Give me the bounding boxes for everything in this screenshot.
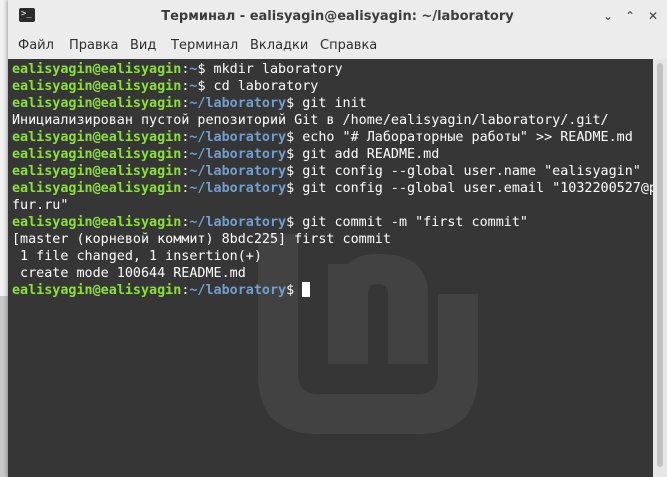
command-text: $ echo "# Лабораторные работы" >> README… [286, 130, 633, 145]
terminal-prompt-line: ealisyagin@ealisyagin:~/laboratory$ git … [12, 146, 653, 163]
output-text: 1 file changed, 1 insertion(+) [12, 249, 262, 264]
prompt-user: ealisyagin@ealisyagin [12, 215, 182, 230]
terminal-prompt-line: ealisyagin@ealisyagin:~/laboratory$ git … [12, 214, 653, 231]
prompt-path: ~/laboratory [189, 147, 287, 162]
terminal-output-line: [master (корневой коммит) 8bdc225] first… [12, 231, 653, 248]
menu-terminal[interactable]: Терминал [171, 38, 238, 53]
command-text: $ mkdir laboratory [197, 62, 343, 77]
terminal-prompt-line: ealisyagin@ealisyagin:~/laboratory$ git … [12, 95, 653, 112]
prompt-user: ealisyagin@ealisyagin [12, 181, 182, 196]
terminal-prompt-line: ealisyagin@ealisyagin:~$ cd laboratory [12, 78, 653, 95]
terminal-prompt-line: ealisyagin@ealisyagin:~/laboratory$ echo… [12, 129, 653, 146]
terminal-lines: ealisyagin@ealisyagin:~$ mkdir laborator… [12, 61, 653, 299]
prompt-path: ~/laboratory [189, 215, 287, 230]
terminal-scrollbar[interactable] [653, 59, 667, 477]
terminal-output-line: create mode 100644 README.md [12, 265, 653, 282]
prompt-path: ~/laboratory [189, 164, 287, 179]
prompt-path: ~/laboratory [189, 283, 287, 298]
menu-file[interactable]: Файл [18, 38, 54, 53]
titlebar[interactable]: >_ Терминал - ealisyagin@ealisyagin: ~/l… [8, 0, 667, 32]
terminal-output[interactable]: ealisyagin@ealisyagin:~$ mkdir laborator… [8, 59, 653, 477]
terminal-prompt-line: ealisyagin@ealisyagin:~/laboratory$ [12, 282, 653, 299]
prompt-user: ealisyagin@ealisyagin [12, 96, 182, 111]
command-text: $ cd laboratory [197, 79, 319, 94]
minimize-icon: ⌄ [602, 9, 614, 23]
menu-view[interactable]: Вид [130, 38, 156, 53]
command-text: $ git init [286, 96, 367, 111]
menubar: Файл Правка Вид Терминал Вкладки Справка [8, 32, 667, 59]
output-text: Инициализирован пустой репозиторий Git в… [12, 113, 609, 128]
command-text: $ git config --global user.email "103220… [286, 181, 653, 196]
terminal-window: >_ Терминал - ealisyagin@ealisyagin: ~/l… [8, 0, 667, 477]
maximize-button[interactable]: ⌃ [623, 9, 637, 23]
terminal-cursor [302, 282, 311, 297]
window-title: Терминал - ealisyagin@ealisyagin: ~/labo… [161, 9, 514, 24]
terminal-output-line: Инициализирован пустой репозиторий Git в… [12, 112, 653, 129]
prompt-path: ~/laboratory [189, 181, 287, 196]
menu-help[interactable]: Справка [320, 38, 377, 53]
terminal-prompt-line: ealisyagin@ealisyagin:~/laboratory$ git … [12, 180, 653, 197]
close-button[interactable]: ✕ [646, 9, 660, 23]
terminal-output-line: fur.ru" [12, 197, 653, 214]
prompt-path: ~/laboratory [189, 130, 287, 145]
terminal-output-line: 1 file changed, 1 insertion(+) [12, 248, 653, 265]
menu-tabs[interactable]: Вкладки [250, 38, 308, 53]
menu-edit[interactable]: Правка [69, 38, 118, 53]
terminal-prompt-line: ealisyagin@ealisyagin:~$ mkdir laborator… [12, 61, 653, 78]
output-text: create mode 100644 README.md [12, 266, 246, 281]
prompt-user: ealisyagin@ealisyagin [12, 130, 182, 145]
prompt-user: ealisyagin@ealisyagin [12, 164, 182, 179]
scrollbar-thumb[interactable] [657, 63, 663, 467]
output-text: fur.ru" [12, 198, 69, 213]
prompt-user: ealisyagin@ealisyagin [12, 79, 182, 94]
prompt-user: ealisyagin@ealisyagin [12, 147, 182, 162]
command-text: $ git config --global user.name "ealisya… [286, 164, 641, 179]
command-text: $ git commit -m "first commit" [286, 215, 528, 230]
prompt-path: ~/laboratory [189, 96, 287, 111]
maximize-icon: ⌃ [624, 9, 636, 23]
command-text: $ git add README.md [286, 147, 440, 162]
output-text: [master (корневой коммит) 8bdc225] first… [12, 232, 391, 247]
close-icon: ✕ [647, 9, 659, 23]
minimize-button[interactable]: ⌄ [601, 9, 615, 23]
command-text: $ [286, 283, 303, 298]
prompt-user: ealisyagin@ealisyagin [12, 283, 182, 298]
terminal-prompt-line: ealisyagin@ealisyagin:~/laboratory$ git … [12, 163, 653, 180]
prompt-user: ealisyagin@ealisyagin [12, 62, 182, 77]
